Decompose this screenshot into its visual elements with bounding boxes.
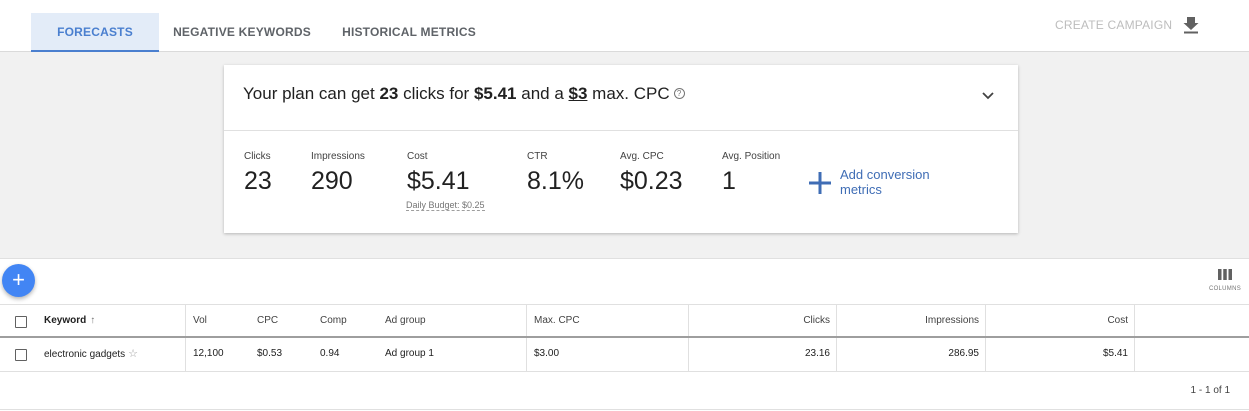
- metric-label: CTR: [527, 151, 548, 162]
- top-tab-bar: FORECASTS NEGATIVE KEYWORDS HISTORICAL M…: [0, 0, 1249, 52]
- chevron-down-icon[interactable]: [981, 91, 995, 101]
- plan-clicks: 23: [379, 84, 399, 103]
- cell-cost: $5.41: [1102, 348, 1128, 359]
- metric-value: 1: [722, 167, 736, 195]
- metric-label: Cost: [407, 151, 428, 162]
- column-divider: [526, 305, 527, 336]
- metric-value: $5.41: [407, 167, 470, 195]
- metric-label: Clicks: [244, 151, 271, 162]
- column-divider: [185, 305, 186, 336]
- metric-avg-position: Avg. Position 1: [722, 151, 780, 196]
- plan-prefix: Your plan can get: [243, 84, 375, 103]
- cell-vol: 12,100: [193, 348, 224, 359]
- metric-value: 23: [244, 167, 272, 195]
- header-ad-group[interactable]: Ad group: [385, 305, 426, 336]
- metric-value: $0.23: [620, 167, 683, 195]
- column-divider: [1134, 338, 1135, 371]
- metric-impressions: Impressions 290: [311, 151, 365, 196]
- header-cost[interactable]: Cost: [985, 305, 1128, 336]
- metric-value: 8.1%: [527, 167, 584, 195]
- forecast-summary-card: Your plan can get 23 clicks for $5.41 an…: [224, 65, 1018, 233]
- column-divider: [1134, 305, 1135, 336]
- add-keyword-fab[interactable]: +: [2, 264, 35, 297]
- keyword-table-section: + COLUMNS Keyword ↑ Vol CPC Comp Ad group…: [0, 258, 1249, 411]
- create-campaign-button[interactable]: CREATE CAMPAIGN: [1055, 18, 1172, 32]
- plan-summary-text: Your plan can get 23 clicks for $5.41 an…: [243, 84, 685, 104]
- header-vol[interactable]: Vol: [193, 305, 207, 336]
- columns-button[interactable]: COLUMNS: [1208, 269, 1242, 299]
- table-row[interactable]: electronic gadgets ☆ 12,100 $0.53 0.94 Ad…: [0, 338, 1249, 372]
- cell-impressions: 286.95: [948, 348, 979, 359]
- header-keyword[interactable]: Keyword ↑: [44, 305, 95, 336]
- sort-arrow-icon: ↑: [90, 315, 96, 326]
- plan-suffix: max. CPC: [592, 84, 670, 103]
- daily-budget-link[interactable]: Daily Budget: $0.25: [406, 200, 485, 211]
- header-comp[interactable]: Comp: [320, 305, 347, 336]
- columns-icon: [1218, 269, 1232, 280]
- tab-negative-keywords[interactable]: NEGATIVE KEYWORDS: [166, 13, 318, 52]
- table-header: Keyword ↑ Vol CPC Comp Ad group Max. CPC …: [0, 304, 1249, 338]
- add-conversion-label: Add conversion metrics: [840, 167, 930, 197]
- cell-ad-group: Ad group 1: [385, 348, 434, 359]
- select-all-checkbox[interactable]: [15, 316, 27, 328]
- summary-header: Your plan can get 23 clicks for $5.41 an…: [224, 65, 1018, 131]
- tab-historical-metrics[interactable]: HISTORICAL METRICS: [336, 13, 482, 52]
- plan-mid-text-2: and a: [521, 84, 564, 103]
- metric-avg-cpc: Avg. CPC $0.23: [620, 151, 683, 196]
- metric-ctr: CTR 8.1%: [527, 151, 584, 196]
- tab-forecasts[interactable]: FORECASTS: [31, 13, 159, 52]
- table-bottom-divider: [0, 409, 1249, 410]
- metric-label: Impressions: [311, 151, 365, 162]
- help-icon[interactable]: ?: [673, 88, 685, 99]
- plan-cost: $5.41: [473, 84, 517, 103]
- metric-clicks: Clicks 23: [244, 151, 272, 196]
- column-divider: [526, 338, 527, 371]
- keyword-text: electronic gadgets: [44, 349, 126, 360]
- plan-max-cpc[interactable]: $3: [569, 84, 588, 103]
- header-keyword-label: Keyword: [44, 315, 87, 326]
- metric-label: Avg. CPC: [620, 151, 664, 162]
- metric-value: 290: [311, 167, 353, 195]
- header-clicks[interactable]: Clicks: [688, 305, 830, 336]
- pagination-info: 1 - 1 of 1: [1190, 385, 1230, 396]
- cell-keyword: electronic gadgets ☆: [44, 338, 138, 371]
- plan-mid-text: clicks for: [403, 84, 470, 103]
- columns-label: COLUMNS: [1208, 286, 1242, 292]
- metric-cost: Cost $5.41: [407, 151, 470, 196]
- cell-clicks: 23.16: [804, 348, 830, 359]
- cell-cpc: $0.53: [257, 348, 283, 359]
- plus-icon: [809, 172, 831, 194]
- header-max-cpc[interactable]: Max. CPC: [534, 305, 580, 336]
- column-divider: [185, 338, 186, 371]
- header-cpc[interactable]: CPC: [257, 305, 278, 336]
- cell-comp: 0.94: [320, 348, 340, 359]
- download-icon[interactable]: [1182, 16, 1200, 34]
- add-conversion-metrics-button[interactable]: Add conversion metrics: [808, 167, 948, 201]
- metric-label: Avg. Position: [722, 151, 781, 162]
- row-checkbox[interactable]: [15, 349, 27, 361]
- star-icon[interactable]: ☆: [128, 348, 138, 360]
- header-impressions[interactable]: Impressions: [836, 305, 979, 336]
- cell-max-cpc[interactable]: $3.00: [534, 338, 559, 371]
